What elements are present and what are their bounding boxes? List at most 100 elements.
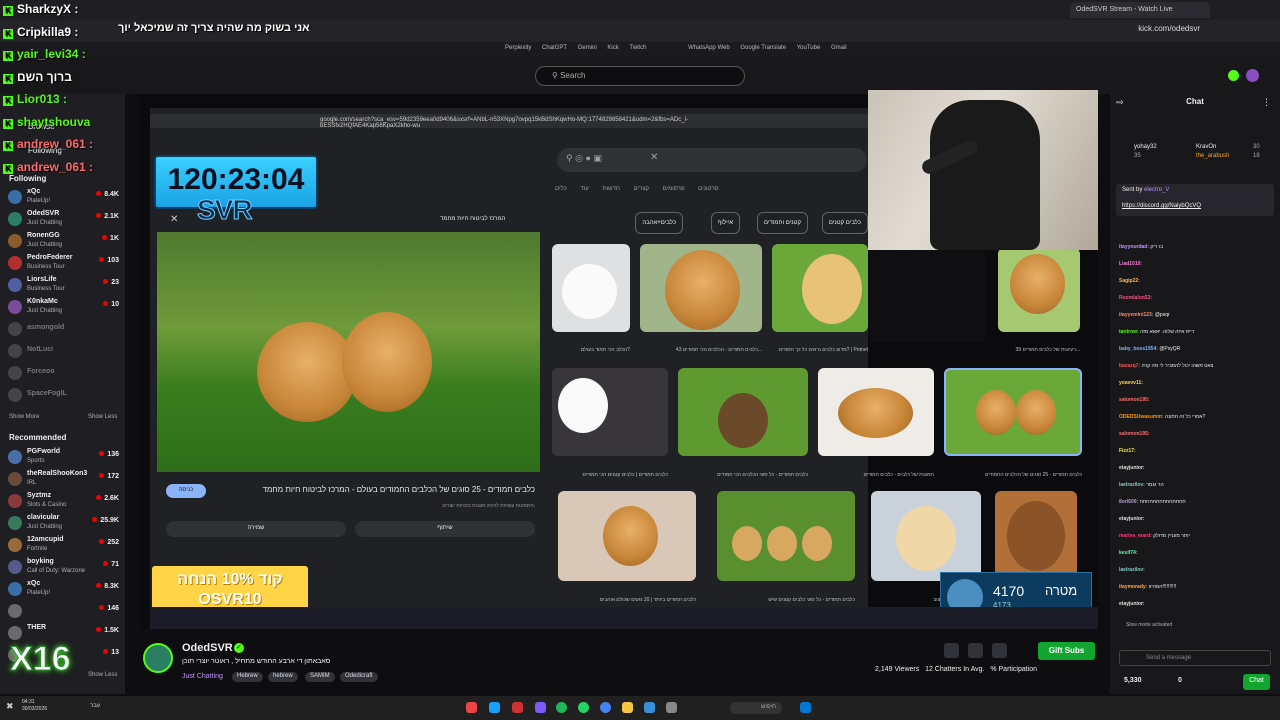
tag[interactable]: SAMIM: [305, 672, 335, 682]
dog-image: [342, 312, 432, 412]
chat-username[interactable]: Fizz17:: [1119, 448, 1136, 454]
chat-username[interactable]: etayjunior:: [1119, 516, 1145, 522]
show-less-bottom-button[interactable]: Show Less: [88, 672, 117, 678]
channel-points[interactable]: 5,330: [1124, 677, 1142, 684]
bookmark-item[interactable]: Perplexity: [505, 45, 531, 51]
bookmark-item[interactable]: Google Translate: [740, 45, 786, 51]
gift-subs-button[interactable]: Gift Subs: [1038, 642, 1095, 660]
more-icon[interactable]: ⋮: [1262, 97, 1271, 108]
chat-username[interactable]: bazazq7:: [1119, 363, 1140, 369]
chat-username[interactable]: laelrazilov:: [1119, 567, 1145, 573]
bookmark-item[interactable]: Gmail: [831, 45, 847, 51]
chat-username[interactable]: Sagip22:: [1119, 278, 1140, 284]
chat-username[interactable]: baby_boss1954:: [1119, 346, 1158, 352]
clip-button[interactable]: [944, 643, 959, 658]
app-icon[interactable]: [512, 702, 523, 713]
bookmark-item[interactable]: YouTube: [797, 45, 821, 51]
chat-username[interactable]: itayyemini123:: [1119, 312, 1153, 318]
show-less-button[interactable]: Show Less: [88, 414, 117, 420]
bookmark-item[interactable]: WhatsApp Web: [688, 45, 730, 51]
system-clock: 04:31 30/03/2026: [22, 699, 47, 713]
language-indicator[interactable]: עבר: [90, 703, 100, 709]
tag[interactable]: Hebrew: [232, 672, 263, 682]
streamer-name[interactable]: OdedSVR: [182, 642, 233, 654]
chrome-icon[interactable]: [600, 702, 611, 713]
sidebar-channel[interactable]: OdedSVR Just Chatting 2.1K: [0, 208, 125, 230]
sidebar-channel[interactable]: clavicular Just Chatting 25.9K: [0, 512, 125, 534]
chat-username[interactable]: tantrow:: [1119, 329, 1139, 335]
sidebar-channel[interactable]: 146: [0, 600, 125, 622]
sidebar-channel[interactable]: SpaceFogIL: [0, 384, 125, 406]
whatsapp-icon[interactable]: [578, 702, 589, 713]
sidebar-channel[interactable]: 12amcupid Fortnite 252: [0, 534, 125, 556]
sidebar-channel[interactable]: NotLuci: [0, 340, 125, 362]
chat-message: Sagip22:: [1119, 278, 1275, 284]
chat-send-button[interactable]: Chat: [1243, 674, 1270, 690]
thumb-caption: כלבים חמודים - כל סוגי הכלבים הכי חמודים: [717, 472, 808, 478]
taskbar-search[interactable]: חיפוש: [730, 702, 782, 714]
avatar[interactable]: [1246, 69, 1259, 82]
chat-username[interactable]: laelrazilov:: [1119, 482, 1145, 488]
discord-icon[interactable]: [535, 702, 546, 713]
channel-name: OdedSVR: [27, 210, 60, 217]
windows-logo-icon[interactable]: ✖: [6, 701, 14, 712]
search-input[interactable]: ⚲ Search: [535, 66, 745, 86]
chat-username[interactable]: mariva_mard:: [1119, 533, 1152, 539]
steam-icon[interactable]: [489, 702, 500, 713]
app-icon[interactable]: [644, 702, 655, 713]
chat-username[interactable]: kesif74:: [1119, 550, 1138, 556]
avatar: [8, 212, 22, 226]
app-icon[interactable]: [666, 702, 677, 713]
pinned-link[interactable]: https://discord.gg/NaiybQcVQ: [1122, 203, 1268, 209]
chat-username[interactable]: etayjunior:: [1119, 601, 1145, 607]
windows-start-icon[interactable]: [800, 702, 811, 713]
sidebar-channel[interactable]: xQc PlateUp! 8.4K: [0, 186, 125, 208]
tag[interactable]: Odedicraft: [340, 672, 378, 682]
category-link[interactable]: Just Chatting: [182, 673, 223, 680]
chat-input[interactable]: Send a message: [1119, 650, 1271, 666]
stream-preview-image: [157, 232, 540, 472]
bookmark-item[interactable]: Gemini: [578, 45, 597, 51]
chat-username[interactable]: salomon195:: [1119, 397, 1150, 403]
bookmark-item[interactable]: Twitch: [629, 45, 646, 51]
streamer-avatar[interactable]: [143, 643, 173, 673]
chat-username[interactable]: Liad1010:: [1119, 261, 1142, 267]
sidebar-channel[interactable]: K0nkaMc Just Chatting 10: [0, 296, 125, 318]
sidebar-channel[interactable]: PedroFederer Business Tour 103: [0, 252, 125, 274]
folder-icon[interactable]: [622, 702, 633, 713]
avatar: [8, 516, 22, 530]
bookmark-item[interactable]: ChatGPT: [542, 45, 567, 51]
sidebar-channel[interactable]: PGFworld Sports 136: [0, 446, 125, 468]
bookmark-item[interactable]: Kick: [607, 45, 618, 51]
follow-button[interactable]: [992, 643, 1007, 658]
sidebar-channel[interactable]: xQc PlateUp! 8.3K: [0, 578, 125, 600]
channel-category: Call of Duty: Warzone: [27, 568, 86, 574]
gifter-name: yohay32: [1134, 144, 1157, 150]
notification-button[interactable]: [968, 643, 983, 658]
chat-username[interactable]: salomon195:: [1119, 431, 1150, 437]
chat-username[interactable]: 8orl600:: [1119, 499, 1138, 505]
chat-username[interactable]: yoavvv11:: [1119, 380, 1143, 386]
collapse-chat-icon[interactable]: ⇨: [1116, 97, 1124, 108]
sidebar-channel[interactable]: Forceoo: [0, 362, 125, 384]
channel-name: PedroFederer: [27, 254, 73, 261]
sidebar-channel[interactable]: RonenGG Just Chatting 1K: [0, 230, 125, 252]
kick-logo-icon[interactable]: [1228, 70, 1239, 81]
spotify-icon[interactable]: [556, 702, 567, 713]
browser-tab-active[interactable]: OdedSVR Stream - Watch Live: [1070, 2, 1210, 18]
tag[interactable]: hebrew: [268, 672, 298, 682]
chat-username[interactable]: etayjunior:: [1119, 465, 1145, 471]
sidebar-channel[interactable]: theRealShooKon3 IRL 172: [0, 468, 125, 490]
sidebar-channel[interactable]: boyking Call of Duty: Warzone 71: [0, 556, 125, 578]
sidebar-channel[interactable]: asmongold: [0, 318, 125, 340]
sidebar-channel[interactable]: LiorsLife Business Tour 23: [0, 274, 125, 296]
chat-username[interactable]: itaymorady:: [1119, 584, 1147, 590]
pinned-message[interactable]: Sent by electro_V https://discord.gg/Nai…: [1116, 184, 1274, 216]
sidebar-channel[interactable]: Syztmz Slots & Casino 2.6K: [0, 490, 125, 512]
chat-username[interactable]: itayyourdad:: [1119, 244, 1149, 250]
show-more-button[interactable]: Show More: [9, 414, 39, 420]
chat-username[interactable]: Roomlalon53:: [1119, 295, 1152, 301]
url-text[interactable]: kick.com/odedsvr: [1138, 24, 1200, 33]
chat-username[interactable]: ODEDSUwasumm:: [1119, 414, 1163, 420]
app-icon[interactable]: [466, 702, 477, 713]
